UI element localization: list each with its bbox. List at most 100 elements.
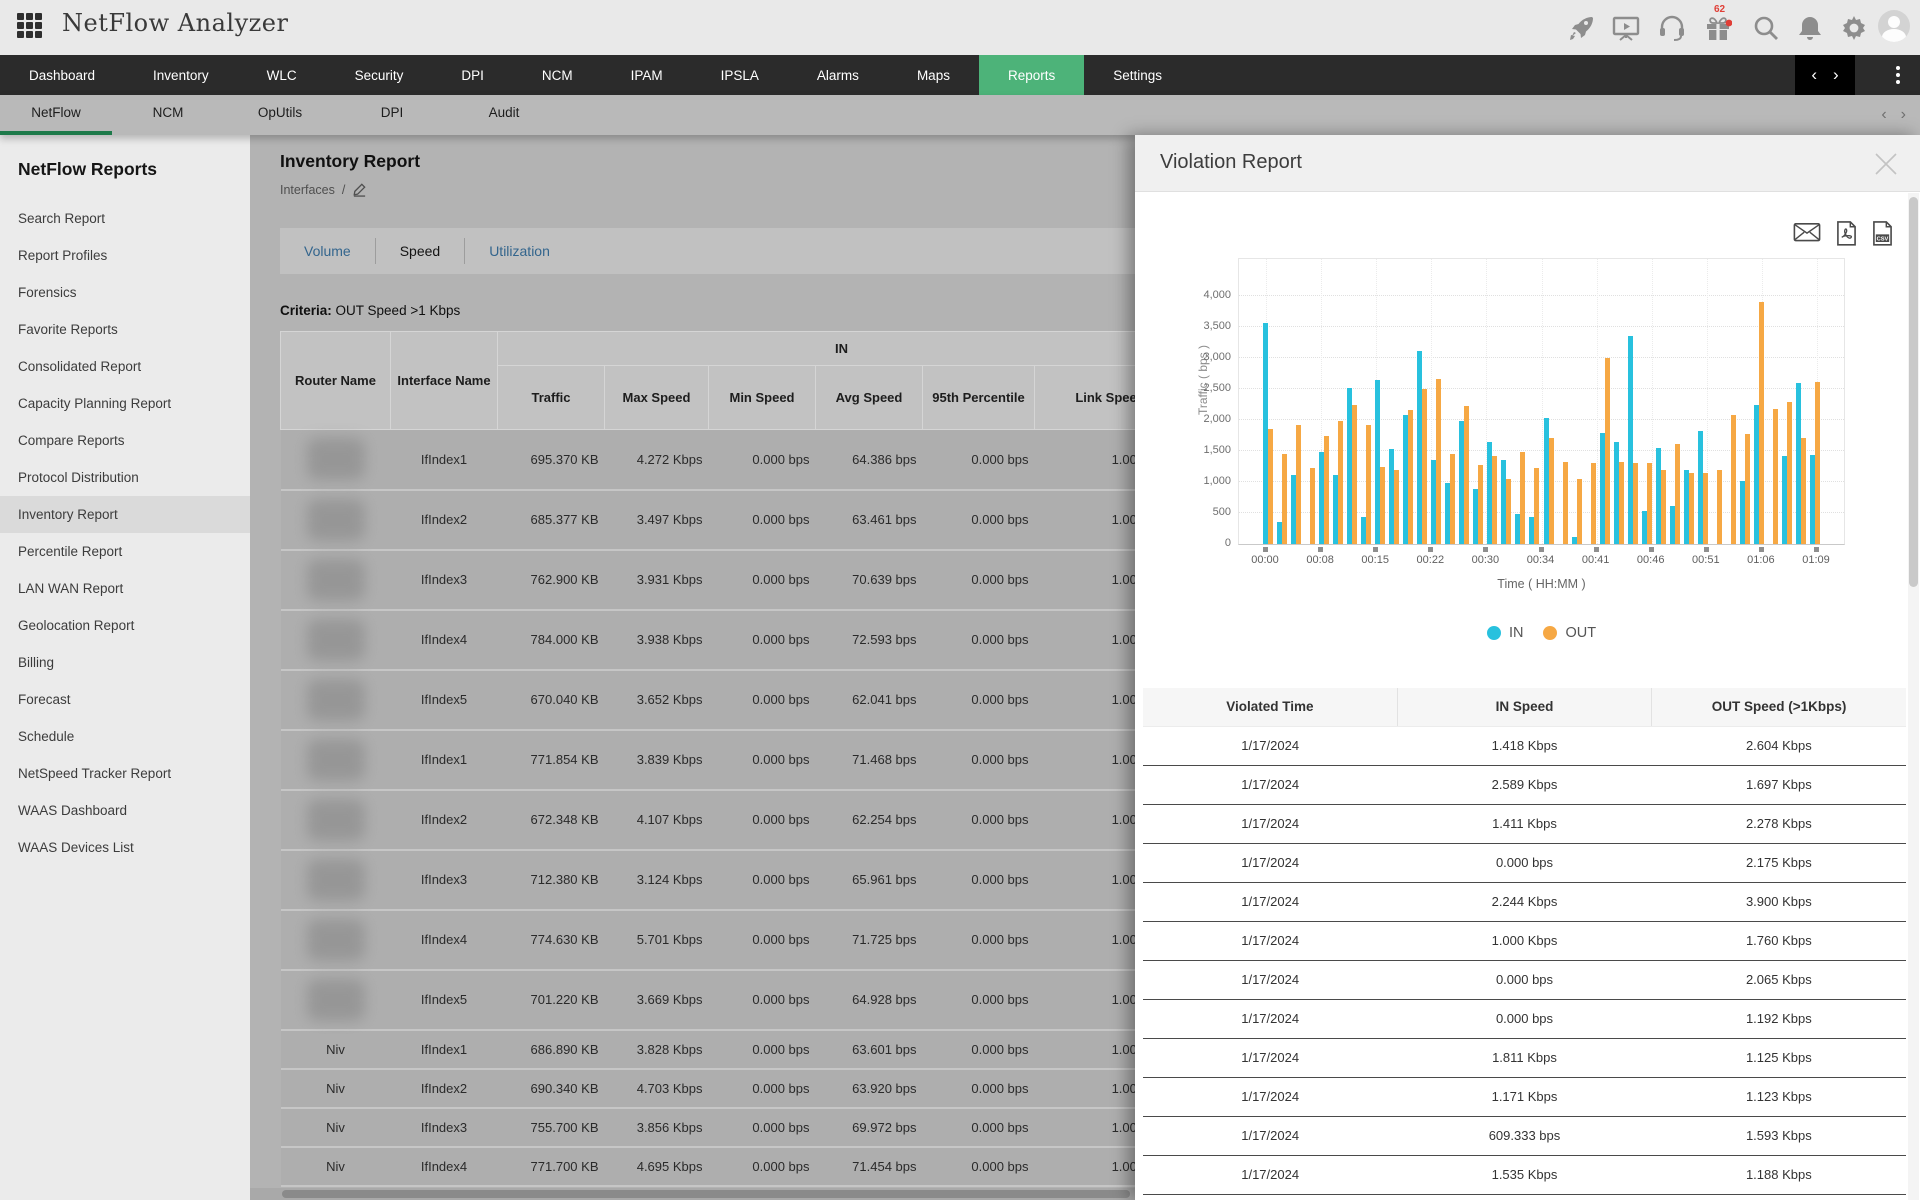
bell-icon[interactable] <box>1796 15 1824 41</box>
table-hscrollbar-thumb[interactable] <box>282 1190 1130 1198</box>
sidebar-item-forensics[interactable]: Forensics <box>0 274 250 311</box>
close-icon[interactable] <box>1873 151 1899 177</box>
nav-tab-inventory[interactable]: Inventory <box>124 55 238 95</box>
pdf-icon[interactable] <box>1836 221 1857 247</box>
subnav-left-chevron-icon[interactable]: ‹ <box>1881 106 1886 124</box>
table-row[interactable]: NivIfIndex1686.890 KB3.828 Kbps0.000 bps… <box>281 1030 1186 1069</box>
table-row[interactable]: IfIndex4774.630 KB5.701 Kbps0.000 bps71.… <box>281 910 1186 970</box>
edit-pencil-icon[interactable] <box>352 182 367 197</box>
nav-scroll-arrows[interactable]: ‹› <box>1795 55 1855 95</box>
table-row[interactable]: NivIfIndex3755.700 KB3.856 Kbps0.000 bps… <box>281 1108 1186 1147</box>
sidebar-item-capacity-planning-report[interactable]: Capacity Planning Report <box>0 385 250 422</box>
col-header-max-speed[interactable]: Max Speed <box>605 366 709 430</box>
app-grid-icon[interactable] <box>17 13 44 40</box>
nav-tab-maps[interactable]: Maps <box>888 55 979 95</box>
panel-scrollbar[interactable] <box>1908 193 1919 1200</box>
sidebar-item-search-report[interactable]: Search Report <box>0 200 250 237</box>
col-header-avg-speed[interactable]: Avg Speed <box>816 366 923 430</box>
legend-item-in[interactable]: IN <box>1487 625 1524 641</box>
sidebar-item-report-profiles[interactable]: Report Profiles <box>0 237 250 274</box>
nav-tab-settings[interactable]: Settings <box>1084 55 1191 95</box>
col-header-router-name[interactable]: Router Name <box>281 332 391 430</box>
sidebar-item-geolocation-report[interactable]: Geolocation Report <box>0 607 250 644</box>
subnav-tab-ncm[interactable]: NCM <box>112 95 224 135</box>
sidebar-item-waas-dashboard[interactable]: WAAS Dashboard <box>0 792 250 829</box>
table-row[interactable]: IfIndex5670.040 KB3.652 Kbps0.000 bps62.… <box>281 670 1186 730</box>
sidebar-item-schedule[interactable]: Schedule <box>0 718 250 755</box>
col-header-interface-name[interactable]: Interface Name <box>391 332 498 430</box>
gift-icon[interactable] <box>1704 15 1732 41</box>
gear-icon[interactable] <box>1840 15 1868 41</box>
sidebar-item-waas-devices-list[interactable]: WAAS Devices List <box>0 829 250 866</box>
col-header-min-speed[interactable]: Min Speed <box>709 366 816 430</box>
table-hscrollbar[interactable] <box>250 1188 1135 1200</box>
sidebar-item-billing[interactable]: Billing <box>0 644 250 681</box>
nav-left-chevron-icon[interactable]: ‹ <box>1811 65 1817 85</box>
subnav-right-chevron-icon[interactable]: › <box>1901 106 1906 124</box>
sidebar-item-inventory-report[interactable]: Inventory Report <box>0 496 250 533</box>
nav-kebab-menu-icon[interactable] <box>1888 64 1908 86</box>
violation-row[interactable]: 1/17/20241.535 Kbps1.188 Kbps <box>1143 1155 1906 1194</box>
nav-tab-dpi[interactable]: DPI <box>432 55 513 95</box>
violation-col-out-speed-1kbps-[interactable]: OUT Speed (>1Kbps) <box>1652 688 1906 726</box>
violation-col-violated-time[interactable]: Violated Time <box>1143 688 1397 726</box>
table-row[interactable]: IfIndex1695.370 KB4.272 Kbps0.000 bps64.… <box>281 430 1186 490</box>
nav-tab-dashboard[interactable]: Dashboard <box>0 55 124 95</box>
nav-tab-wlc[interactable]: WLC <box>238 55 326 95</box>
presentation-icon[interactable] <box>1612 15 1640 41</box>
violation-row[interactable]: 1/17/2024609.333 bps1.593 Kbps <box>1143 1116 1906 1155</box>
rocket-icon[interactable] <box>1568 15 1596 41</box>
violation-row[interactable]: 1/17/20240.000 bps2.175 Kbps <box>1143 843 1906 882</box>
table-row[interactable]: IfIndex3712.380 KB3.124 Kbps0.000 bps65.… <box>281 850 1186 910</box>
subnav-tab-audit[interactable]: Audit <box>448 95 560 135</box>
email-icon[interactable] <box>1793 221 1821 247</box>
subnav-tab-oputils[interactable]: OpUtils <box>224 95 336 135</box>
nav-tab-alarms[interactable]: Alarms <box>788 55 888 95</box>
table-row[interactable]: IfIndex5701.220 KB3.669 Kbps0.000 bps64.… <box>281 970 1186 1030</box>
headset-icon[interactable] <box>1658 15 1686 41</box>
subnav-tab-netflow[interactable]: NetFlow <box>0 95 112 135</box>
sidebar-item-lan-wan-report[interactable]: LAN WAN Report <box>0 570 250 607</box>
violation-row[interactable]: 1/17/20242.589 Kbps1.697 Kbps <box>1143 765 1906 804</box>
violation-row[interactable]: 1/17/20240.000 bps2.065 Kbps <box>1143 960 1906 999</box>
sidebar-item-favorite-reports[interactable]: Favorite Reports <box>0 311 250 348</box>
violation-row[interactable]: 1/17/20241.171 Kbps1.123 Kbps <box>1143 1077 1906 1116</box>
table-row[interactable]: IfIndex2672.348 KB4.107 Kbps0.000 bps62.… <box>281 790 1186 850</box>
violation-row[interactable]: 1/17/20241.811 Kbps1.125 Kbps <box>1143 1038 1906 1077</box>
table-row[interactable]: IfIndex1771.854 KB3.839 Kbps0.000 bps71.… <box>281 730 1186 790</box>
breadcrumb-item[interactable]: Interfaces <box>280 183 335 197</box>
col-header-95th-percentile[interactable]: 95th Percentile <box>923 366 1035 430</box>
sidebar-item-protocol-distribution[interactable]: Protocol Distribution <box>0 459 250 496</box>
csv-icon[interactable]: CSV <box>1872 221 1893 247</box>
violation-row[interactable]: 1/17/20242.244 Kbps3.900 Kbps <box>1143 882 1906 921</box>
violation-row[interactable]: 1/17/20241.418 Kbps2.604 Kbps <box>1143 726 1906 765</box>
nav-tab-security[interactable]: Security <box>326 55 433 95</box>
sidebar-item-netspeed-tracker-report[interactable]: NetSpeed Tracker Report <box>0 755 250 792</box>
sidebar-item-compare-reports[interactable]: Compare Reports <box>0 422 250 459</box>
table-row[interactable]: IfIndex3762.900 KB3.931 Kbps0.000 bps70.… <box>281 550 1186 610</box>
table-row[interactable]: NivIfIndex2690.340 KB4.703 Kbps0.000 bps… <box>281 1069 1186 1108</box>
table-row[interactable]: IfIndex4784.000 KB3.938 Kbps0.000 bps72.… <box>281 610 1186 670</box>
view-tab-utilization[interactable]: Utilization <box>465 243 574 259</box>
nav-tab-reports[interactable]: Reports <box>979 55 1084 95</box>
view-tab-speed[interactable]: Speed <box>376 243 464 259</box>
sidebar-item-consolidated-report[interactable]: Consolidated Report <box>0 348 250 385</box>
violation-row[interactable]: 1/17/20240.000 bps1.192 Kbps <box>1143 999 1906 1038</box>
user-avatar[interactable] <box>1878 10 1910 42</box>
table-row[interactable]: NivIfIndex4771.700 KB4.695 Kbps0.000 bps… <box>281 1147 1186 1186</box>
nav-tab-ipsla[interactable]: IPSLA <box>692 55 788 95</box>
table-row[interactable]: IfIndex2685.377 KB3.497 Kbps0.000 bps63.… <box>281 490 1186 550</box>
nav-tab-ipam[interactable]: IPAM <box>602 55 692 95</box>
nav-right-chevron-icon[interactable]: › <box>1833 65 1839 85</box>
col-header-traffic[interactable]: Traffic <box>498 366 605 430</box>
search-icon[interactable] <box>1752 15 1780 41</box>
subnav-tab-dpi[interactable]: DPI <box>336 95 448 135</box>
violation-row[interactable]: 1/17/20241.000 Kbps1.760 Kbps <box>1143 921 1906 960</box>
view-tab-volume[interactable]: Volume <box>280 243 375 259</box>
violation-col-in-speed[interactable]: IN Speed <box>1397 688 1651 726</box>
panel-scrollbar-thumb[interactable] <box>1909 197 1918 587</box>
nav-tab-ncm[interactable]: NCM <box>513 55 602 95</box>
legend-item-out[interactable]: OUT <box>1543 625 1596 641</box>
sidebar-item-percentile-report[interactable]: Percentile Report <box>0 533 250 570</box>
violation-row[interactable]: 1/17/20241.411 Kbps2.278 Kbps <box>1143 804 1906 843</box>
